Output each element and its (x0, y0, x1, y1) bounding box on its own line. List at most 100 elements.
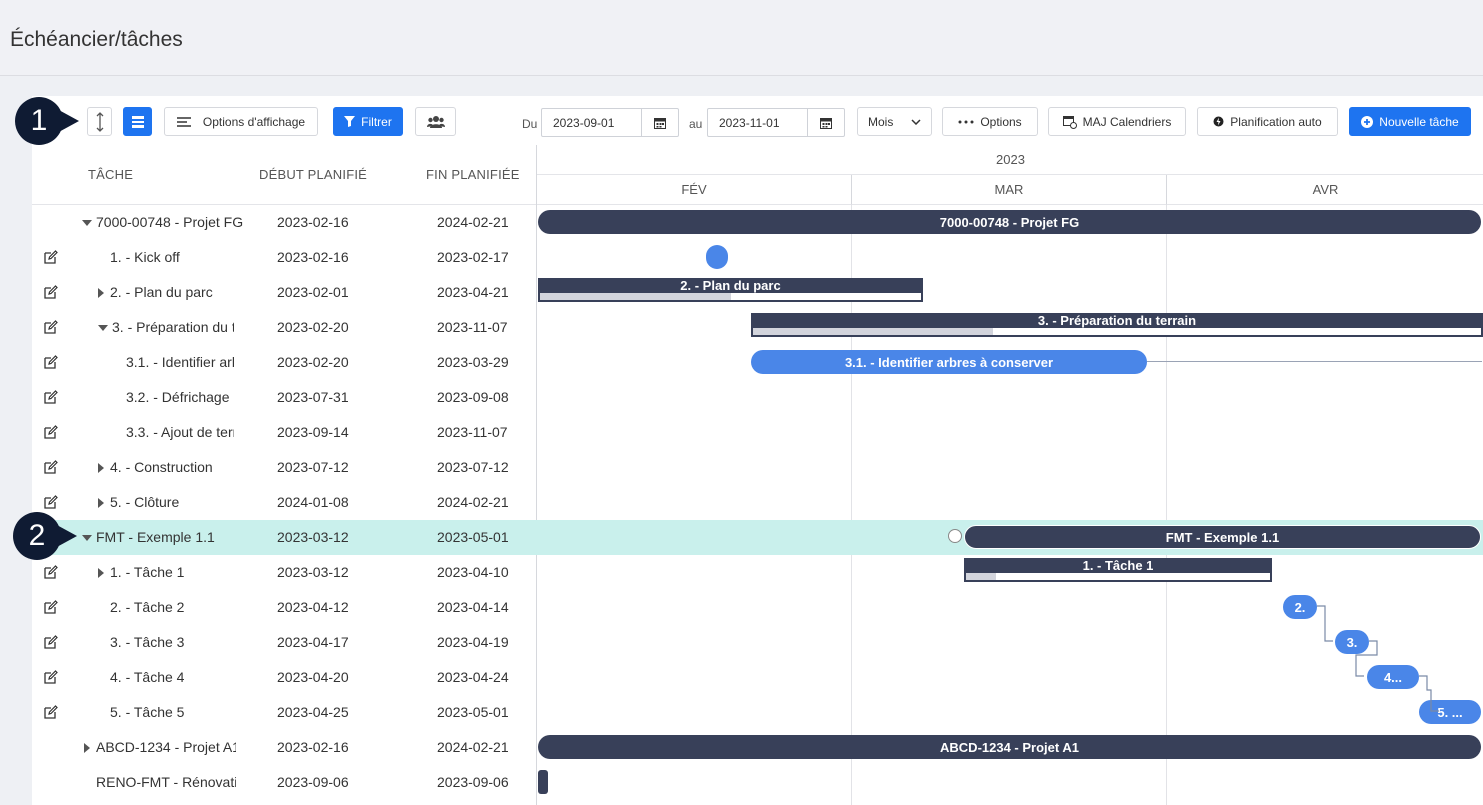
gantt-bar-tache1-label: 1. - Tâche 1 (964, 558, 1272, 573)
new-task-button[interactable]: Nouvelle tâche (1349, 107, 1471, 136)
filter-button[interactable]: Filtrer (333, 107, 403, 136)
edit-icon[interactable] (44, 670, 58, 684)
task-end: 2023-09-06 (437, 774, 509, 790)
gantt-bar-tache5[interactable]: 5. ... (1419, 700, 1481, 724)
vertical-resize-icon (96, 111, 103, 132)
table-row[interactable]: 3. - Tâche 3 2023-04-17 2023-04-19 (32, 625, 1483, 660)
calendar-refresh-icon (1062, 115, 1077, 129)
column-header-start[interactable]: DÉBUT PLANIFIÉ (259, 167, 367, 182)
options-button[interactable]: Options (942, 107, 1038, 136)
task-name-text: 2. - Tâche 2 (110, 599, 185, 615)
edit-icon[interactable] (44, 600, 58, 614)
task-end: 2023-04-21 (437, 284, 509, 300)
to-label: au (689, 117, 703, 131)
from-date-field[interactable]: 2023-09-01 (541, 108, 679, 137)
task-start: 2023-02-20 (277, 319, 349, 335)
gantt-bar-tache4[interactable]: 4... (1367, 665, 1419, 689)
timeline-month: FÉV (537, 175, 852, 205)
schedule-panel: Options d'affichage Filtrer Du 2023-09-0… (32, 96, 1483, 805)
task-start: 2023-04-20 (277, 669, 349, 685)
edit-icon[interactable] (44, 355, 58, 369)
task-name: 3.3. - Ajout de terre (126, 424, 234, 440)
expand-caret-icon[interactable] (98, 498, 104, 509)
edit-icon[interactable] (44, 635, 58, 649)
task-end: 2023-04-10 (437, 564, 509, 580)
task-start: 2023-07-12 (277, 459, 349, 475)
table-row[interactable]: 4. - Tâche 4 2023-04-20 2023-04-24 (32, 660, 1483, 695)
task-end: 2023-04-19 (437, 634, 509, 650)
grid-view-toggle-button[interactable] (123, 107, 152, 136)
table-row[interactable]: 3.3. - Ajout de terre 2023-09-14 2023-11-0… (32, 415, 1483, 450)
collapse-caret-icon[interactable] (98, 325, 108, 332)
callout-badge-2: 2 (13, 512, 77, 570)
table-row[interactable]: 1. - Kick off 2023-02-16 2023-02-17 (32, 240, 1483, 275)
collapse-caret-icon[interactable] (82, 220, 92, 227)
calendar-icon[interactable] (807, 109, 844, 136)
task-name: 1. - Kick off (110, 249, 180, 265)
task-name: 2. - Tâche 2 (110, 599, 184, 615)
filter-label: Filtrer (361, 114, 392, 129)
gantt-bar-abcd[interactable]: ABCD-1234 - Projet A1 (538, 735, 1481, 759)
from-date-value: 2023-09-01 (553, 115, 615, 130)
to-date-field[interactable]: 2023-11-01 (707, 108, 845, 137)
gantt-bar-plan-parc[interactable]: 2. - Plan du parc (538, 278, 923, 302)
expand-rows-button[interactable] (87, 107, 112, 136)
table-row[interactable]: 4. - Construction 2023-07-12 2023-07-12 (32, 450, 1483, 485)
task-name: 3. - Tâche 3 (110, 634, 184, 650)
task-name: 3.1. - Identifier arbres à conserver (126, 354, 234, 370)
gantt-bar-plan-parc-label: 2. - Plan du parc (538, 278, 923, 293)
gantt-bar-tache2[interactable]: 2. (1283, 595, 1317, 619)
expand-caret-icon[interactable] (98, 568, 104, 579)
display-options-button[interactable]: Options d'affichage (164, 107, 318, 136)
table-row[interactable]: 2. - Tâche 2 2023-04-12 2023-04-14 (32, 590, 1483, 625)
table-row[interactable]: 5. - Clôture 2024-01-08 2024-02-21 (32, 485, 1483, 520)
edit-icon[interactable] (44, 320, 58, 334)
task-name: 4. - Construction (98, 459, 213, 475)
task-name: ABCD-1234 - Projet A1 (84, 739, 236, 755)
edit-icon[interactable] (44, 460, 58, 474)
auto-planning-button[interactable]: Planification auto (1197, 107, 1338, 136)
edit-icon[interactable] (44, 285, 58, 299)
update-calendars-button[interactable]: MAJ Calendriers (1048, 107, 1186, 136)
task-end: 2023-02-17 (437, 249, 509, 265)
table-row[interactable]: 3.2. - Défrichage 2023-07-31 2023-09-08 (32, 380, 1483, 415)
gantt-bar-fmt[interactable]: FMT - Exemple 1.1 (964, 525, 1481, 549)
collapse-caret-icon[interactable] (82, 535, 92, 542)
expand-caret-icon[interactable] (84, 743, 90, 754)
table-row[interactable]: RENO-FMT - Rénovation 2023-09-06 2023-09-0… (32, 765, 1483, 800)
task-end: 2024-02-21 (437, 739, 509, 755)
edit-icon[interactable] (44, 250, 58, 264)
gantt-bar-projet-fg[interactable]: 7000-00748 - Projet FG (538, 210, 1481, 234)
gantt-bar-reno[interactable] (538, 770, 548, 794)
plus-circle-icon (1361, 115, 1374, 128)
edit-icon[interactable] (44, 390, 58, 404)
task-name: 3.2. - Défrichage (126, 389, 230, 405)
expand-caret-icon[interactable] (98, 463, 104, 474)
more-dots-icon (958, 120, 974, 123)
task-name: RENO-FMT - Rénovation (96, 774, 236, 790)
gantt-bar-tache1[interactable]: 1. - Tâche 1 (964, 558, 1272, 582)
gantt-bar-preparation[interactable]: 3. - Préparation du terrain (751, 313, 1483, 337)
task-name: 5. - Clôture (98, 494, 179, 510)
callout-number: 2 (28, 519, 46, 552)
gantt-bar-tache3[interactable]: 3. (1335, 630, 1369, 654)
grid-header: TÂCHE DÉBUT PLANIFIÉ FIN PLANIFIÉE (32, 145, 537, 205)
column-header-task[interactable]: TÂCHE (88, 167, 133, 182)
gantt-bar-identifier[interactable]: 3.1. - Identifier arbres à conserver (751, 350, 1147, 374)
task-name-text: 1. - Tâche 1 (110, 564, 185, 580)
scale-select[interactable]: Mois (857, 107, 932, 136)
resources-button[interactable] (415, 107, 456, 136)
edit-icon[interactable] (44, 705, 58, 719)
gantt-milestone-kick-off[interactable] (706, 245, 728, 269)
table-row[interactable]: 5. - Tâche 5 2023-04-25 2023-05-01 (32, 695, 1483, 730)
to-date-value: 2023-11-01 (719, 115, 780, 130)
task-name-text: 4. - Construction (110, 459, 213, 475)
column-header-end[interactable]: FIN PLANIFIÉE (426, 167, 520, 182)
edit-icon[interactable] (44, 425, 58, 439)
dependency-connector-icon[interactable] (948, 529, 962, 543)
expand-caret-icon[interactable] (98, 288, 104, 299)
options-label: Options (980, 114, 1022, 129)
calendar-icon[interactable] (641, 109, 678, 136)
edit-icon[interactable] (44, 495, 58, 509)
task-name: 7000-00748 - Projet FG (82, 214, 243, 230)
